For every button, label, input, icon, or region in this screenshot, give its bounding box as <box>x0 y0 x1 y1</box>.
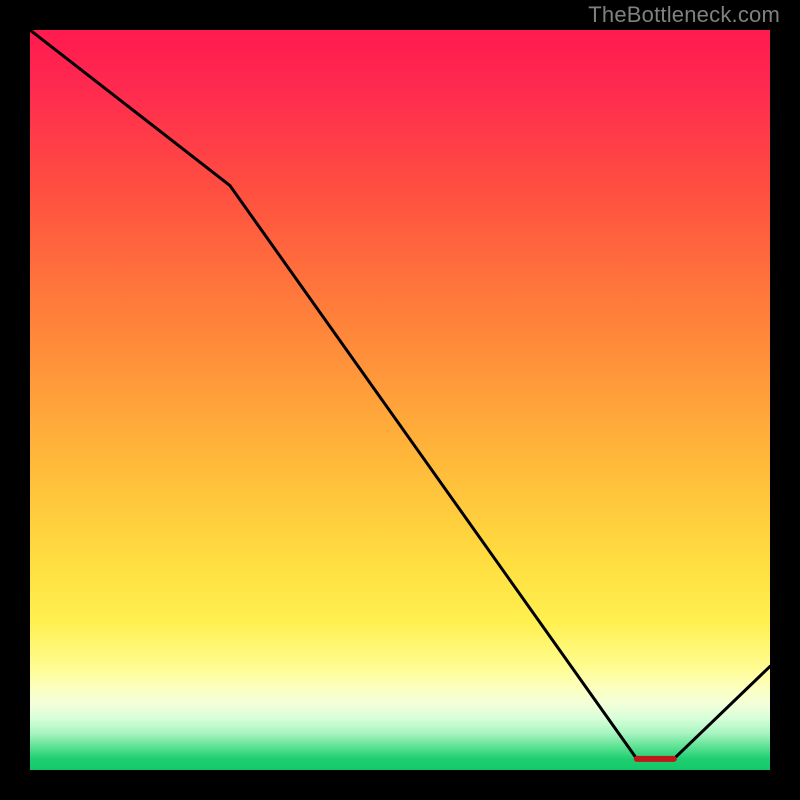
chart-container: TheBottleneck.com <box>0 0 800 800</box>
bottleneck-curve <box>30 30 770 759</box>
watermark-text: TheBottleneck.com <box>588 2 780 28</box>
plot-frame <box>30 30 770 770</box>
curve-svg <box>30 30 770 770</box>
plot-area <box>30 30 770 770</box>
